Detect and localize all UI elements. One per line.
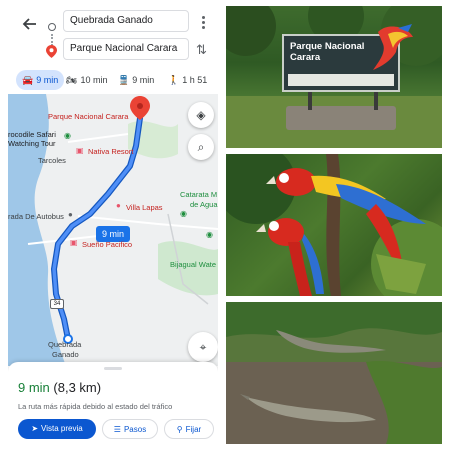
- origin-dot-icon: [48, 23, 56, 31]
- stone-wall: [286, 106, 396, 130]
- sign-title: Parque Nacional Carara: [290, 41, 364, 63]
- steps-list-icon: ☰: [113, 425, 121, 434]
- map-label-tarcoles: Tarcoles: [38, 156, 66, 165]
- hotel-pin-icon[interactable]: ▣: [76, 146, 84, 155]
- search-button[interactable]: ⌕: [188, 134, 214, 160]
- navigation-arrow-icon: ➤: [31, 424, 39, 433]
- mode-transit-label: 9 min: [132, 75, 155, 85]
- walk-icon: 🚶: [168, 75, 180, 85]
- mode-walk[interactable]: 🚶 1 h 51: [168, 70, 207, 90]
- pin-button-label: Fijar: [185, 425, 202, 434]
- macaw-logo-icon: [373, 24, 413, 71]
- eta-time: 9 min: [18, 380, 50, 395]
- sign-post-right: [374, 92, 378, 110]
- my-location-button[interactable]: ⌖: [188, 332, 218, 362]
- hotel-pin-icon-3[interactable]: ▣: [70, 238, 78, 247]
- more-options-icon[interactable]: [198, 14, 208, 32]
- preview-button-label: Vista previa: [41, 424, 83, 433]
- sign-logo-strip: [288, 74, 394, 86]
- search-icon: ⌕: [197, 140, 205, 154]
- directions-header: Quebrada Ganado Parque Nacional Carara ⇅: [8, 6, 218, 68]
- sign-post-left: [308, 92, 312, 110]
- swap-icon[interactable]: ⇅: [196, 42, 207, 58]
- maps-screen: Quebrada Ganado Parque Nacional Carara ⇅…: [8, 6, 218, 446]
- travel-mode-bar: 🚘 9 min 🏍 10 min 🚆 9 min 🚶 1 h 51: [8, 68, 218, 94]
- map-label-destination: Parque Nacional Carara: [48, 112, 129, 121]
- map-label-catarata: Catarata M: [180, 190, 218, 199]
- mode-motorcycle[interactable]: 🏍 10 min: [66, 70, 107, 90]
- transit-icon: 🚆: [118, 75, 130, 85]
- sign-title-line2: Carara: [290, 52, 321, 63]
- map-label-bijagual: Bijagual Wate: [170, 260, 216, 269]
- steps-button-label: Pasos: [123, 425, 147, 434]
- car-icon: 🚘: [22, 75, 34, 85]
- route-shield: 34: [50, 299, 64, 309]
- park-pin-icon[interactable]: ◉: [180, 209, 187, 218]
- mode-walk-label: 1 h 51: [182, 75, 208, 85]
- motorcycle-icon: 🏍: [66, 75, 78, 85]
- macaws-photo: [226, 154, 442, 296]
- park-sign-photo: Parque Nacional Carara: [226, 6, 442, 148]
- map-label-catarata-2: de Agua Vi: [190, 200, 218, 209]
- map-label-crocodile-safari: rocodile Safari: [8, 130, 56, 139]
- map-label-origin-2: Ganado: [52, 350, 79, 359]
- eta-distance: (8,3 km): [53, 380, 102, 395]
- eta-summary: 9 min (8,3 km): [18, 380, 101, 395]
- pin-icon: ⚲: [176, 425, 183, 434]
- mode-car[interactable]: 🚘 9 min: [16, 70, 65, 90]
- map-label-origin: Quebrada: [48, 340, 82, 349]
- drag-handle[interactable]: [104, 367, 122, 370]
- destination-pin-icon: [46, 45, 57, 63]
- hotel-pin-icon-2[interactable]: ●: [116, 201, 121, 210]
- crocodiles-photo: [226, 302, 442, 444]
- map-label-bus-stop: rada De Autobus: [8, 212, 64, 221]
- route-summary-sheet: 9 min (8,3 km) La ruta más rápida debido…: [8, 362, 218, 446]
- sign-title-line1: Parque Nacional: [290, 41, 365, 52]
- crocodiles-illustration: [226, 302, 442, 444]
- back-arrow-icon[interactable]: [22, 16, 42, 36]
- mode-motorcycle-label: 10 min: [80, 75, 108, 85]
- steps-button[interactable]: ☰ Pasos: [102, 419, 158, 439]
- mode-transit[interactable]: 🚆 9 min: [118, 70, 154, 90]
- park-pin-icon-2[interactable]: ◉: [206, 230, 213, 239]
- pin-button[interactable]: ⚲ Fijar: [164, 419, 214, 439]
- route-note: La ruta más rápida debido al estado del …: [18, 402, 173, 411]
- map-label-villa-lapas: Villa Lapas: [126, 203, 163, 212]
- attraction-pin-icon[interactable]: ◉: [64, 131, 71, 140]
- destination-input[interactable]: Parque Nacional Carara: [63, 38, 189, 60]
- map-label-crocodile-safari-2: Watching Tour: [8, 139, 56, 148]
- macaws-illustration: [226, 154, 442, 296]
- preview-button[interactable]: ➤ Vista previa: [18, 419, 96, 439]
- origin-input[interactable]: Quebrada Ganado: [63, 10, 189, 32]
- bus-stop-icon[interactable]: ●: [68, 210, 73, 219]
- map-label-nativa: Nativa Resort: [88, 147, 134, 156]
- mode-car-label: 9 min: [36, 75, 59, 85]
- layers-icon: ◈: [196, 108, 206, 122]
- map-label-sueno: Sueño Pacifico: [82, 240, 133, 249]
- my-location-icon: ⌖: [199, 340, 207, 354]
- map-view[interactable]: Parque Nacional Carara rocodile Safari W…: [8, 94, 218, 366]
- layers-button[interactable]: ◈: [188, 102, 214, 128]
